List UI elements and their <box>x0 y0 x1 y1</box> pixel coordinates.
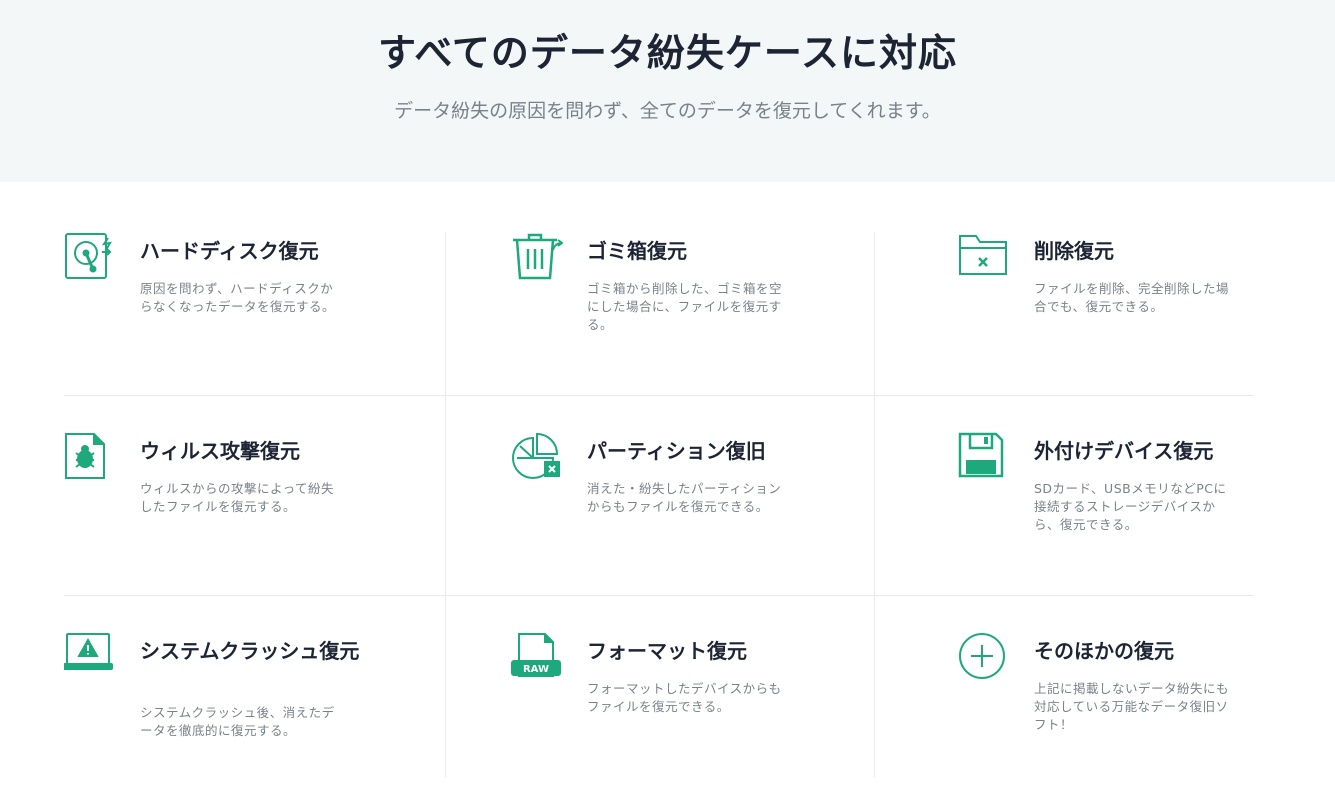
feature-title: 外付けデバイス復元 <box>1034 439 1214 463</box>
feature-card-external[interactable]: 外付けデバイス復元 SDカード、USBメモリなどPCに接続するストレージデバイス… <box>958 432 1335 612</box>
partition-icon <box>511 432 563 484</box>
feature-title: ゴミ箱復元 <box>587 239 687 263</box>
feature-title: パーティション復旧 <box>587 439 766 463</box>
raw-format-icon: RAW <box>511 632 563 684</box>
feature-description: 上記に掲載しないデータ紛失にも対応している万能なデータ復旧ソフト！ <box>1034 681 1230 732</box>
feature-title: ハードディスク復元 <box>140 239 319 263</box>
feature-card-virus[interactable]: ウィルス攻撃復元 ウィルスからの攻撃によって紛失したファイルを復元する。 <box>64 432 464 612</box>
feature-title: ウィルス攻撃復元 <box>140 439 300 463</box>
feature-description: ファイルを削除、完全削除した場合でも、復元できる。 <box>1034 281 1230 314</box>
feature-card-other[interactable]: そのほかの復元 上記に掲載しないデータ紛失にも対応している万能なデータ復旧ソフト… <box>958 632 1335 812</box>
feature-description: ゴミ箱から削除した、ゴミ箱を空にした場合に、ファイルを復元する。 <box>587 281 783 332</box>
feature-description: フォーマットしたデバイスからもファイルを復元できる。 <box>587 681 782 714</box>
feature-card-deleted[interactable]: 削除復元 ファイルを削除、完全削除した場合でも、復元できる。 <box>958 232 1335 412</box>
hero-section: すべてのデータ紛失ケースに対応 データ紛失の原因を問わず、全てのデータを復元して… <box>0 0 1335 182</box>
feature-description: システムクラッシュ後、消えたデータを徹底的に復元する。 <box>140 705 335 738</box>
svg-text:RAW: RAW <box>523 664 549 675</box>
deleted-folder-icon <box>958 232 1010 284</box>
feature-description: 消えた・紛失したパーティションからもファイルを復元できる。 <box>587 481 782 514</box>
feature-title: そのほかの復元 <box>1034 639 1174 663</box>
feature-card-partition[interactable]: パーティション復旧 消えた・紛失したパーティションからもファイルを復元できる。 <box>511 432 911 612</box>
external-device-icon <box>958 432 1010 484</box>
feature-card-trash[interactable]: ゴミ箱復元 ゴミ箱から削除した、ゴミ箱を空にした場合に、ファイルを復元する。 <box>511 232 911 412</box>
page-title: すべてのデータ紛失ケースに対応 <box>378 31 957 75</box>
feature-card-hard-disk[interactable]: ハードディスク復元 原因を問わず、ハードディスクからなくなったデータを復元する。 <box>64 232 464 412</box>
feature-title: 削除復元 <box>1034 239 1114 263</box>
feature-card-format[interactable]: RAW フォーマット復元 フォーマットしたデバイスからもファイルを復元できる。 <box>511 632 911 812</box>
feature-description: ウィルスからの攻撃によって紛失したファイルを復元する。 <box>140 481 335 514</box>
feature-card-system-crash[interactable]: システムクラッシュ復元 システムクラッシュ後、消えたデータを徹底的に復元する。 <box>64 632 464 812</box>
trash-bin-icon <box>511 232 563 284</box>
plus-circle-icon <box>958 632 1010 684</box>
feature-description: SDカード、USBメモリなどPCに接続するストレージデバイスから、復元できる。 <box>1034 481 1227 532</box>
feature-title: フォーマット復元 <box>587 639 747 663</box>
system-crash-icon <box>64 632 116 684</box>
page-subtitle: データ紛失の原因を問わず、全てのデータを復元してくれます。 <box>394 100 941 122</box>
hard-disk-icon <box>64 232 116 284</box>
feature-title: システムクラッシュ復元 <box>140 639 360 663</box>
feature-description: 原因を問わず、ハードディスクからなくなったデータを復元する。 <box>140 281 336 314</box>
virus-file-icon <box>64 432 116 484</box>
